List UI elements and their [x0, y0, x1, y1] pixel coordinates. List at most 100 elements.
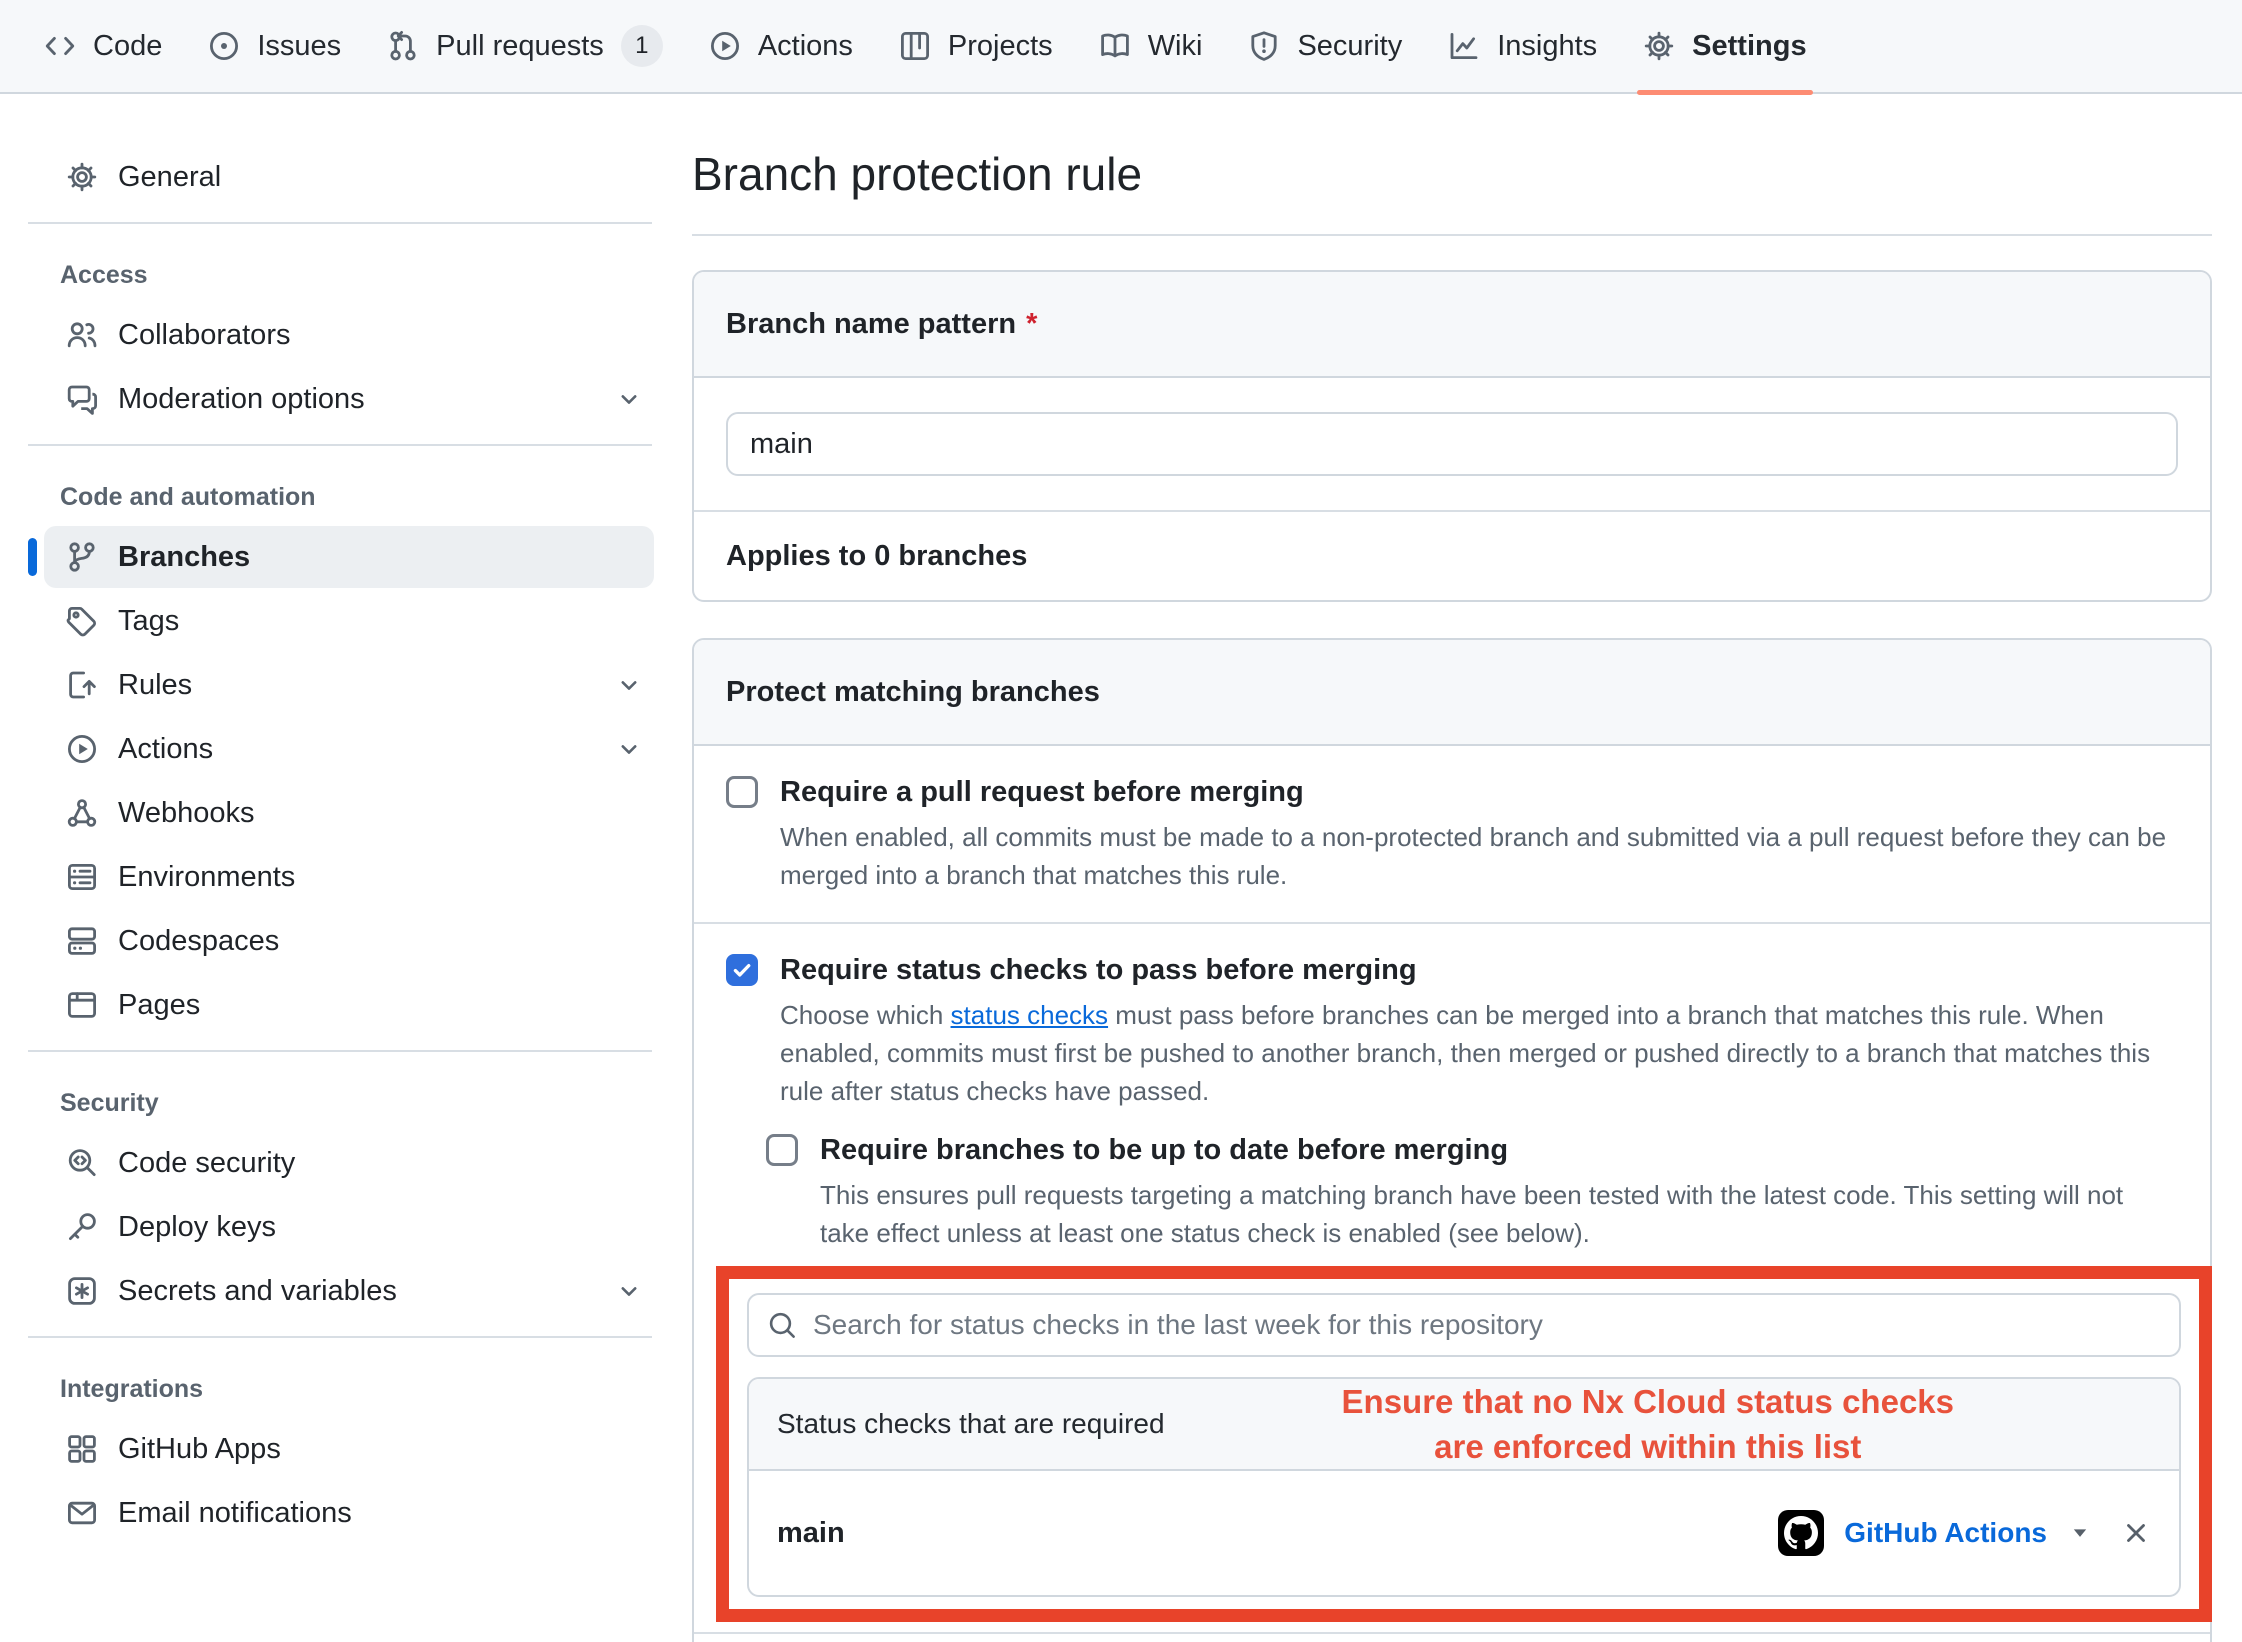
sidebar-item-label: Collaborators: [118, 319, 290, 352]
applies-to-branches-text: Applies to 0 branches: [694, 512, 2210, 600]
require-status-checks-section: Require status checks to pass before mer…: [694, 922, 2210, 1632]
sidebar-item-github-apps[interactable]: GitHub Apps: [44, 1418, 654, 1480]
chevron-down-icon: [616, 736, 642, 762]
pattern-input-row: [694, 378, 2210, 512]
sidebar-item-general[interactable]: General: [44, 146, 654, 208]
nav-tab-actions[interactable]: Actions: [691, 0, 871, 93]
require-pull-request-description: When enabled, all commits must be made t…: [780, 818, 2178, 894]
codescan-icon: [66, 1147, 98, 1179]
sidebar-section-security: Security: [60, 1088, 680, 1118]
require-status-checks-description: Choose which status checks must pass bef…: [780, 996, 2178, 1110]
git-branch-icon: [66, 541, 98, 573]
sidebar-divider: [28, 222, 652, 224]
sidebar-item-label: Branches: [118, 541, 250, 574]
project-icon: [899, 30, 931, 62]
sidebar-item-rules[interactable]: Rules: [44, 654, 654, 716]
sidebar-item-deploy-keys[interactable]: Deploy keys: [44, 1196, 654, 1258]
sidebar-item-branches[interactable]: Branches: [44, 526, 654, 588]
chevron-down-icon: [616, 386, 642, 412]
protect-matching-branches-header: Protect matching branches: [694, 640, 2210, 746]
annotation-line-2: are enforced within this list: [1165, 1424, 2131, 1469]
key-icon: [66, 1211, 98, 1243]
play-circle-icon: [66, 733, 98, 765]
nav-tab-wiki[interactable]: Wiki: [1081, 0, 1221, 93]
sidebar-item-label: General: [118, 161, 221, 194]
nav-tab-pull-requests[interactable]: Pull requests 1: [369, 0, 681, 93]
chevron-down-icon: [616, 672, 642, 698]
sidebar-item-codespaces[interactable]: Codespaces: [44, 910, 654, 972]
sidebar-item-label: Code security: [118, 1147, 295, 1180]
nav-tab-label: Projects: [948, 30, 1053, 63]
next-section-divider: [694, 1632, 2210, 1642]
branch-name-pattern-label: Branch name pattern: [726, 308, 1016, 340]
status-check-name: main: [777, 1517, 845, 1550]
nav-tab-label: Wiki: [1148, 30, 1203, 63]
protect-matching-branches-card: Protect matching branches Require a pull…: [692, 638, 2212, 1642]
sidebar-item-pages[interactable]: Pages: [44, 974, 654, 1036]
main-content: Branch protection rule Branch name patte…: [680, 96, 2242, 1642]
sidebar-item-label: Rules: [118, 669, 192, 702]
sidebar-item-label: Webhooks: [118, 797, 255, 830]
branch-name-pattern-card: Branch name pattern * Applies to 0 branch…: [692, 270, 2212, 602]
nav-tab-security[interactable]: Security: [1230, 0, 1420, 93]
sidebar-item-label: Tags: [118, 605, 179, 638]
nav-tab-settings[interactable]: Settings: [1625, 0, 1824, 93]
sidebar-item-label: Pages: [118, 989, 200, 1022]
repo-top-navigation: Code Issues Pull requests 1 Actions Proj…: [0, 0, 2242, 94]
sidebar-item-secrets-variables[interactable]: Secrets and variables: [44, 1260, 654, 1322]
asterisk-box-icon: [66, 1275, 98, 1307]
title-divider: [692, 234, 2212, 236]
require-up-to-date-section: Require branches to be up to date before…: [766, 1132, 2178, 1252]
server-icon: [66, 861, 98, 893]
status-checks-link[interactable]: status checks: [951, 1000, 1109, 1030]
sidebar-item-email-notifications[interactable]: Email notifications: [44, 1482, 654, 1544]
sidebar-item-tags[interactable]: Tags: [44, 590, 654, 652]
nav-tab-code[interactable]: Code: [26, 0, 180, 93]
sidebar-section-access: Access: [60, 260, 680, 290]
people-icon: [66, 319, 98, 351]
annotation-line-1: Ensure that no Nx Cloud status checks: [1165, 1379, 2131, 1424]
status-checks-search-input[interactable]: Search for status checks in the last wee…: [747, 1293, 2181, 1357]
caret-down-icon[interactable]: [2067, 1520, 2093, 1546]
git-pull-request-icon: [387, 30, 419, 62]
sidebar-divider: [28, 1336, 652, 1338]
sidebar-item-collaborators[interactable]: Collaborators: [44, 304, 654, 366]
branch-name-pattern-input[interactable]: [726, 412, 2178, 476]
pull-requests-count-badge: 1: [621, 25, 663, 67]
require-pull-request-checkbox[interactable]: [726, 776, 758, 808]
nav-tab-insights[interactable]: Insights: [1430, 0, 1615, 93]
require-up-to-date-description: This ensures pull requests targeting a m…: [820, 1176, 2178, 1252]
sidebar-item-actions[interactable]: Actions: [44, 718, 654, 780]
close-icon: [2121, 1518, 2151, 1548]
github-actions-link[interactable]: GitHub Actions: [1844, 1517, 2047, 1549]
shield-icon: [1248, 30, 1280, 62]
require-status-checks-checkbox[interactable]: [726, 954, 758, 986]
chevron-down-icon: [616, 1278, 642, 1304]
remove-status-check-button[interactable]: [2121, 1518, 2151, 1548]
nav-tab-label: Issues: [257, 30, 341, 63]
book-icon: [1099, 30, 1131, 62]
tag-icon: [66, 605, 98, 637]
required-asterisk: *: [1026, 308, 1037, 340]
sidebar-item-environments[interactable]: Environments: [44, 846, 654, 908]
status-checks-header-label: Status checks that are required: [777, 1408, 1165, 1440]
graph-icon: [1448, 30, 1480, 62]
sidebar-section-integrations: Integrations: [60, 1374, 680, 1404]
nav-tab-projects[interactable]: Projects: [881, 0, 1071, 93]
require-pull-request-section: Require a pull request before merging Wh…: [694, 746, 2210, 922]
nav-tab-issues[interactable]: Issues: [190, 0, 359, 93]
require-status-checks-label: Require status checks to pass before mer…: [780, 952, 1417, 988]
sidebar-item-code-security[interactable]: Code security: [44, 1132, 654, 1194]
sidebar-divider: [28, 1050, 652, 1052]
require-up-to-date-checkbox[interactable]: [766, 1134, 798, 1166]
status-check-row: main GitHub Actions: [749, 1471, 2179, 1595]
gear-icon: [1643, 30, 1675, 62]
search-placeholder-text: Search for status checks in the last wee…: [813, 1309, 1543, 1341]
sidebar-item-label: Secrets and variables: [118, 1275, 397, 1308]
sidebar-item-webhooks[interactable]: Webhooks: [44, 782, 654, 844]
sidebar-item-moderation-options[interactable]: Moderation options: [44, 368, 654, 430]
search-icon: [767, 1310, 797, 1340]
nav-tab-label: Insights: [1497, 30, 1597, 63]
github-actions-logo: [1778, 1510, 1824, 1556]
rules-icon: [66, 669, 98, 701]
